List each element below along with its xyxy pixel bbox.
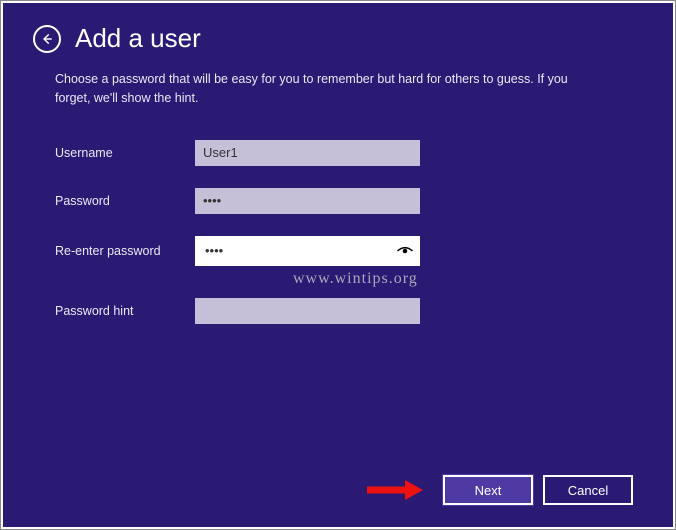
row-username: Username xyxy=(55,140,623,166)
header: Add a user xyxy=(33,23,623,54)
password-input[interactable] xyxy=(195,188,420,214)
arrow-left-icon xyxy=(40,32,54,46)
add-user-window: Add a user Choose a password that will b… xyxy=(3,3,673,527)
back-button[interactable] xyxy=(33,25,61,53)
password-hint-label: Password hint xyxy=(55,304,195,318)
reveal-password-button[interactable] xyxy=(396,245,414,257)
next-button[interactable]: Next xyxy=(443,475,533,505)
reenter-password-input[interactable] xyxy=(195,236,420,266)
cancel-button[interactable]: Cancel xyxy=(543,475,633,505)
password-hint-input[interactable] xyxy=(195,298,420,324)
reenter-password-label: Re-enter password xyxy=(55,244,195,258)
password-label: Password xyxy=(55,194,195,208)
page-subtitle: Choose a password that will be easy for … xyxy=(55,70,575,108)
screenshot-frame: Add a user Choose a password that will b… xyxy=(0,0,676,530)
row-reenter-password: Re-enter password www.wintips.org xyxy=(55,236,623,266)
page-title: Add a user xyxy=(75,23,201,54)
row-password-hint: Password hint xyxy=(55,298,623,324)
eye-icon xyxy=(396,245,414,257)
add-user-form: Username Password Re-enter password xyxy=(55,140,623,324)
red-arrow-annotation xyxy=(365,479,423,501)
footer-buttons: Next Cancel xyxy=(365,475,633,505)
username-input[interactable] xyxy=(195,140,420,166)
username-label: Username xyxy=(55,146,195,160)
watermark-text: www.wintips.org xyxy=(293,270,418,288)
row-password: Password xyxy=(55,188,623,214)
